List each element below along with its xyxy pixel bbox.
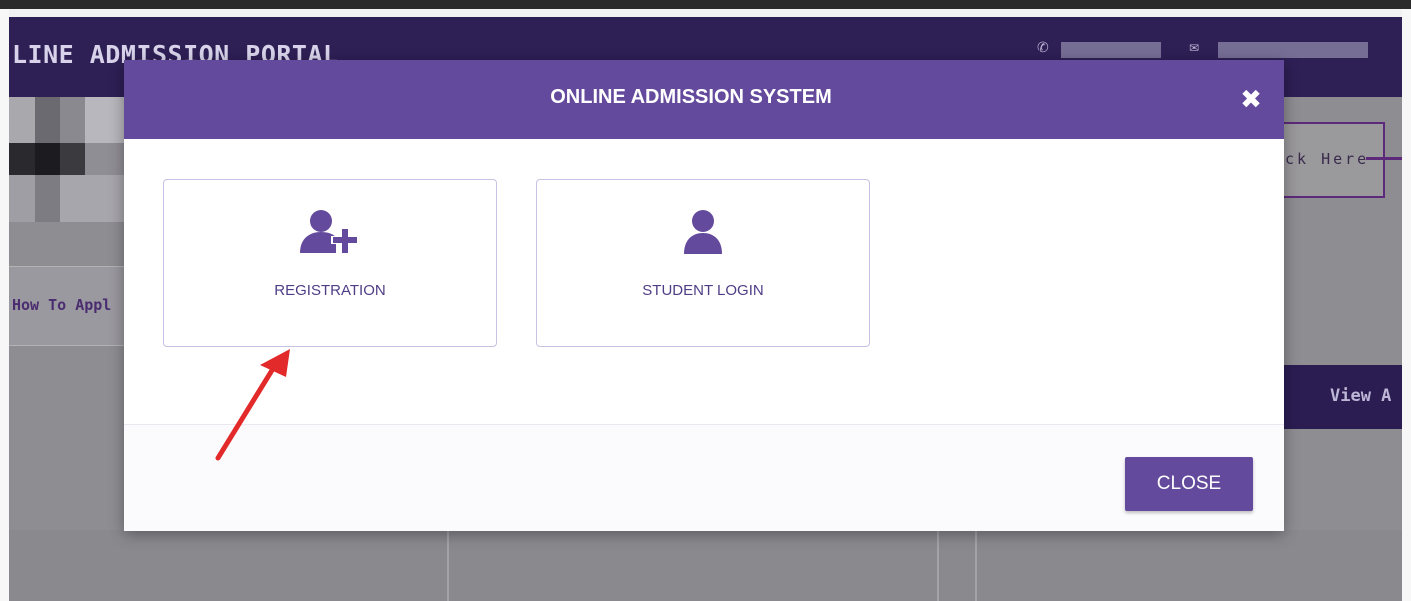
blurred-phone-number	[1061, 42, 1161, 58]
pixelated-logo-block	[60, 97, 85, 143]
background-how-to-apply-text: How To Appl	[12, 296, 112, 314]
registration-label: REGISTRATION	[274, 282, 386, 299]
background-click-here-text: ck Here	[1285, 150, 1370, 168]
modal-title: ONLINE ADMISSION SYSTEM	[550, 86, 832, 108]
screenshot-frame: LINE ADMISSION PORTAL ✆ ✉ ck Here How To…	[0, 0, 1411, 601]
pixelated-logo-block	[85, 97, 124, 143]
mail-icon: ✉	[1189, 41, 1200, 55]
pixelated-logo-block	[35, 97, 60, 143]
pixelated-logo-block	[9, 175, 35, 222]
background-column-divider	[975, 530, 977, 601]
pixelated-logo-block	[35, 143, 60, 175]
window-right-border	[1402, 9, 1411, 601]
user-plus-icon	[164, 208, 496, 258]
pixelated-logo-block	[60, 175, 124, 222]
blurred-email-address	[1218, 42, 1368, 58]
background-view-all-text: View A	[1330, 386, 1392, 406]
window-top-border	[0, 0, 1411, 9]
student-login-card[interactable]: STUDENT LOGIN	[536, 179, 870, 347]
background-column-divider	[937, 530, 939, 601]
registration-card[interactable]: REGISTRATION	[163, 179, 497, 347]
pixelated-logo-block	[60, 143, 85, 175]
close-icon[interactable]: ✖	[1239, 87, 1263, 113]
window-left-border	[0, 9, 9, 601]
pixelated-logo-block	[9, 143, 35, 175]
annotation-arrow	[215, 349, 290, 461]
pixelated-logo-block	[35, 175, 60, 222]
background-lower-panels	[9, 530, 1402, 601]
pixelated-logo-block	[9, 97, 35, 143]
close-button[interactable]: CLOSE	[1125, 457, 1253, 511]
modal-header: ONLINE ADMISSION SYSTEM ✖	[124, 60, 1284, 139]
background-click-here-line	[1366, 157, 1402, 160]
phone-icon: ✆	[1037, 40, 1049, 56]
student-login-label: STUDENT LOGIN	[642, 282, 764, 299]
pixelated-logo-block	[85, 143, 124, 175]
background-column-divider	[447, 530, 449, 601]
user-icon	[537, 208, 869, 258]
